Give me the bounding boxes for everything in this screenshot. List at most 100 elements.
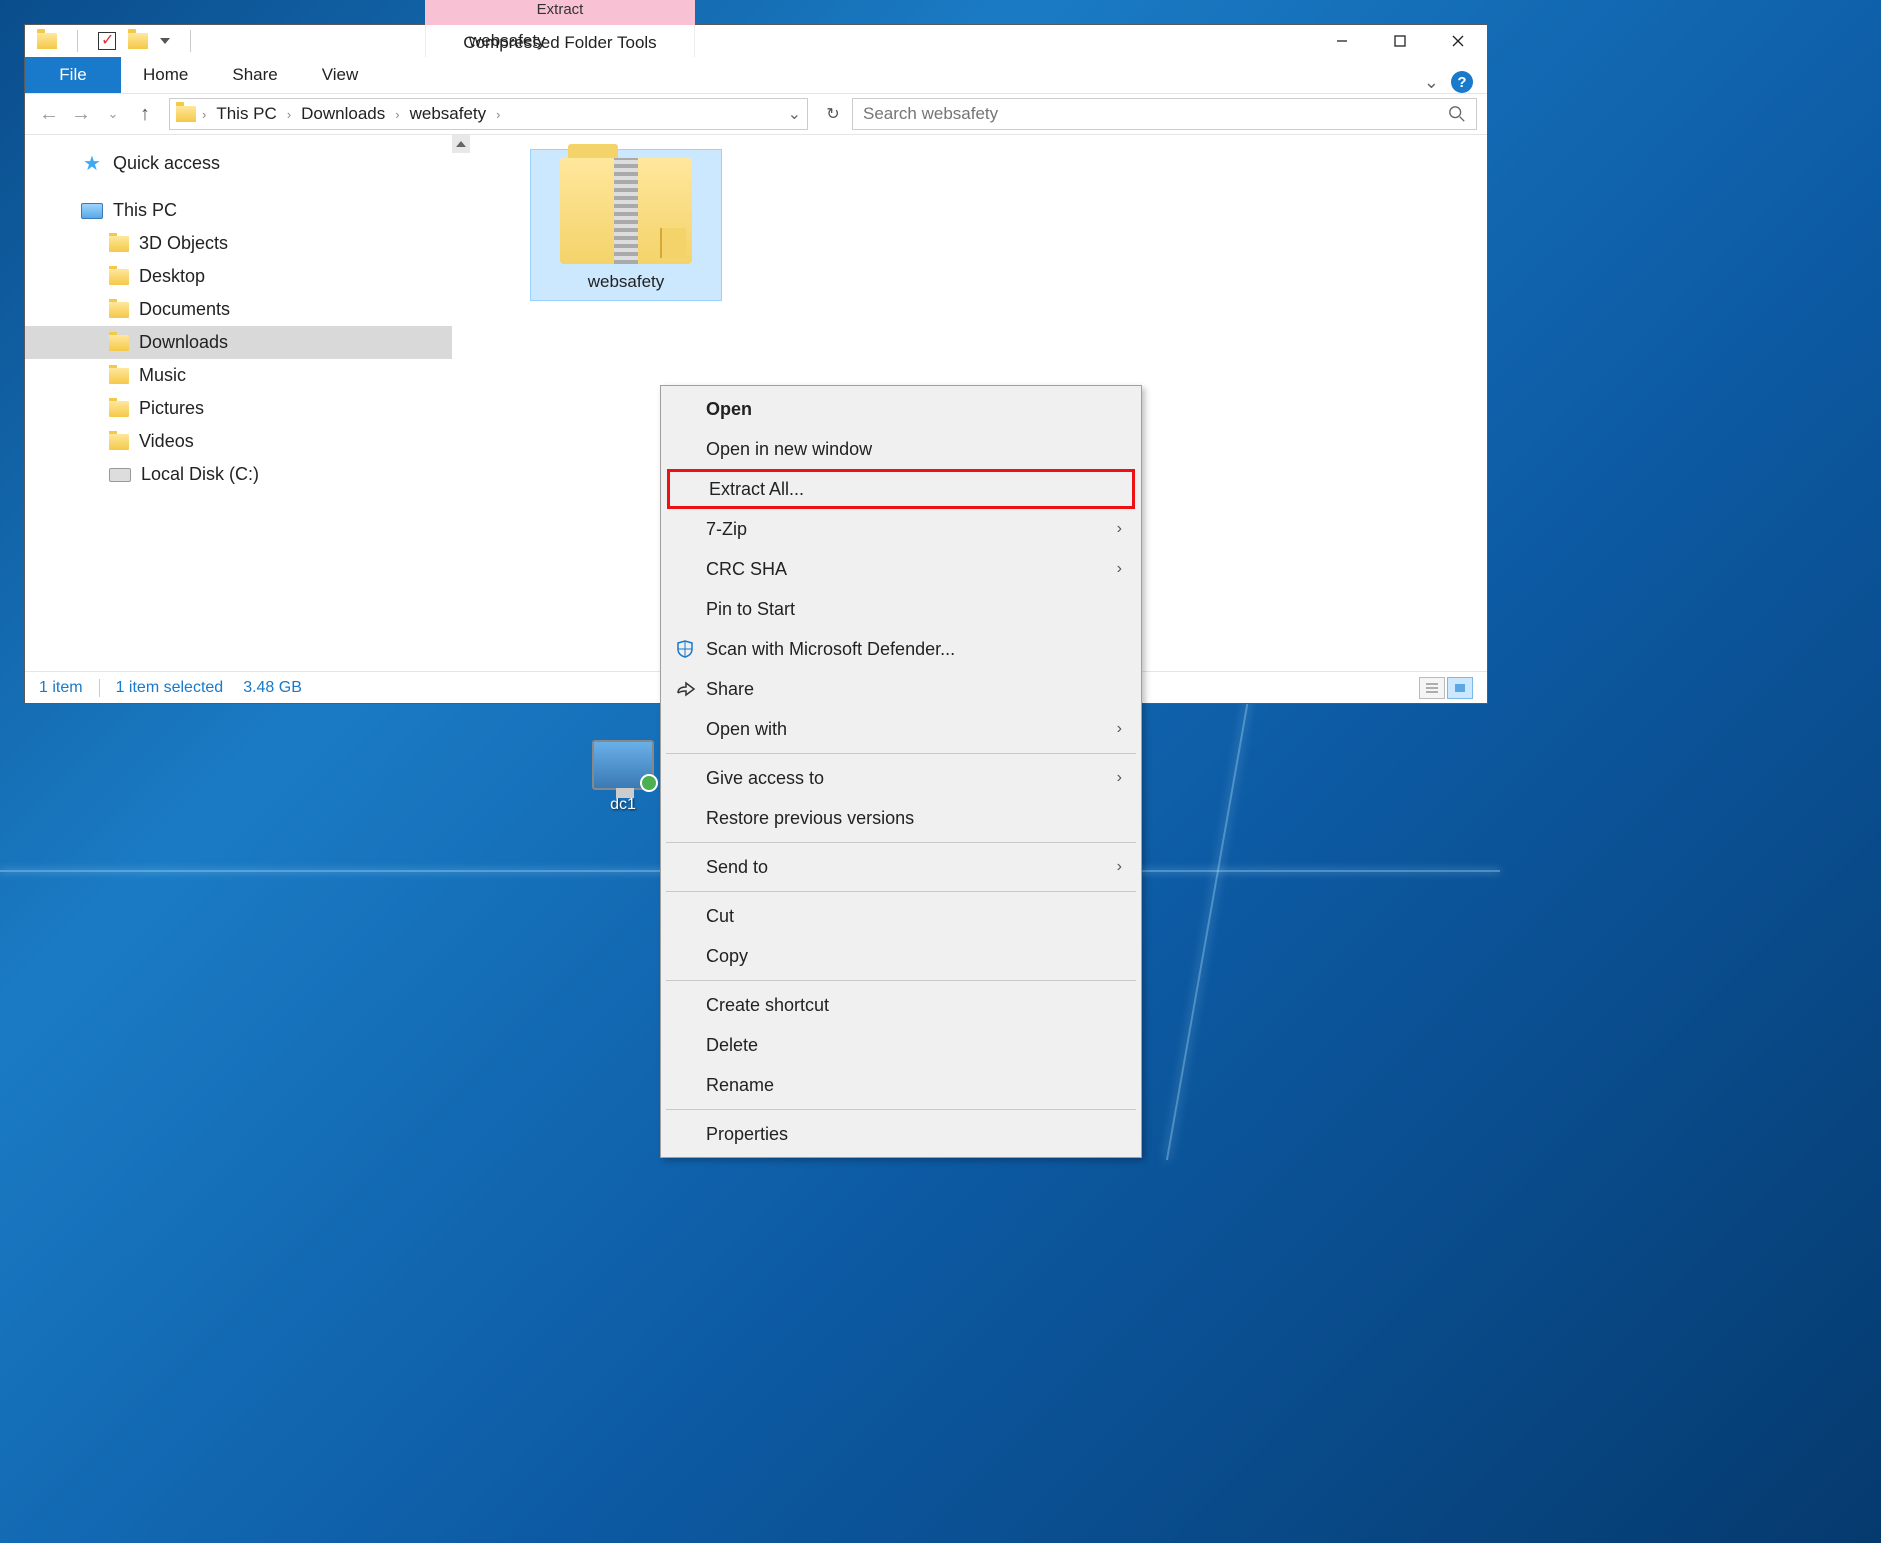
sidebar-downloads[interactable]: Downloads <box>25 326 452 359</box>
search-input[interactable] <box>863 104 1440 124</box>
file-item-websafety-zip[interactable]: websafety <box>530 149 722 301</box>
sidebar-item-label: Downloads <box>139 332 228 353</box>
context-menu: Open Open in new window Extract All... 7… <box>660 385 1142 1158</box>
address-bar[interactable]: › This PC › Downloads › websafety › ⌄ <box>169 98 808 130</box>
back-button[interactable]: ← <box>35 100 63 128</box>
tab-file[interactable]: File <box>25 57 121 93</box>
qat-properties-icon[interactable] <box>98 32 116 50</box>
menu-pin-start[interactable]: Pin to Start <box>664 589 1138 629</box>
tab-compressed-tools[interactable]: Compressed Folder Tools <box>425 25 695 61</box>
menu-cut[interactable]: Cut <box>664 896 1138 936</box>
desktop-shortcut-label: dc1 <box>610 796 636 814</box>
menu-properties[interactable]: Properties <box>664 1114 1138 1154</box>
sidebar-item-label: Documents <box>139 299 230 320</box>
refresh-button[interactable]: ↻ <box>818 99 848 129</box>
status-item-count: 1 item <box>39 679 83 697</box>
folder-icon <box>109 368 129 384</box>
view-icons-button[interactable] <box>1447 677 1473 699</box>
app-folder-icon <box>37 33 57 49</box>
sidebar-documents[interactable]: Documents <box>25 293 452 326</box>
breadcrumb-websafety[interactable]: websafety <box>406 104 491 124</box>
address-folder-icon <box>176 106 196 122</box>
menu-crc-sha[interactable]: CRC SHA› <box>664 549 1138 589</box>
sidebar-this-pc[interactable]: This PC <box>25 194 452 227</box>
folder-icon <box>109 335 129 351</box>
status-selected-count: 1 item selected <box>116 679 224 697</box>
breadcrumb-thispc[interactable]: This PC <box>212 104 280 124</box>
file-label: websafety <box>588 272 665 292</box>
ribbon-expand-icon[interactable]: ⌄ <box>1424 72 1439 93</box>
sidebar-item-label: 3D Objects <box>139 233 228 254</box>
address-dropdown-icon[interactable]: ⌄ <box>788 104 801 124</box>
folder-icon <box>109 401 129 417</box>
qat-newfolder-icon[interactable] <box>128 33 148 49</box>
menu-give-access[interactable]: Give access to› <box>664 758 1138 798</box>
tab-share[interactable]: Share <box>210 57 299 93</box>
chevron-right-icon[interactable]: › <box>202 107 206 122</box>
sidebar-item-label: Local Disk (C:) <box>141 464 259 485</box>
sidebar-item-label: Pictures <box>139 398 204 419</box>
search-icon[interactable] <box>1448 105 1466 123</box>
navigation-pane: ★Quick access This PC 3D Objects Desktop… <box>25 135 470 671</box>
tab-view[interactable]: View <box>300 57 381 93</box>
recent-dropdown[interactable]: ⌄ <box>99 100 127 128</box>
menu-share[interactable]: Share <box>664 669 1138 709</box>
chevron-right-icon[interactable]: › <box>287 107 291 122</box>
breadcrumb-downloads[interactable]: Downloads <box>297 104 389 124</box>
menu-open-new-window[interactable]: Open in new window <box>664 429 1138 469</box>
folder-icon <box>109 269 129 285</box>
desktop-shortcut-dc1[interactable]: dc1 <box>592 740 654 814</box>
up-button[interactable]: ↑ <box>131 100 159 128</box>
menu-send-to[interactable]: Send to› <box>664 847 1138 887</box>
sidebar-3d-objects[interactable]: 3D Objects <box>25 227 452 260</box>
qat-dropdown-icon[interactable] <box>160 38 170 44</box>
sidebar-music[interactable]: Music <box>25 359 452 392</box>
sidebar-quick-access[interactable]: ★Quick access <box>25 147 452 180</box>
folder-icon <box>109 302 129 318</box>
forward-button[interactable]: → <box>67 100 95 128</box>
refresh-overlay-icon <box>640 774 658 792</box>
ribbon-tabs: File Home Share View ⌄ ? <box>25 57 1487 93</box>
chevron-right-icon: › <box>1117 520 1122 538</box>
nav-scrollbar[interactable] <box>452 135 470 671</box>
menu-separator <box>666 1109 1136 1110</box>
menu-separator <box>666 980 1136 981</box>
folder-icon <box>109 434 129 450</box>
menu-defender-scan[interactable]: Scan with Microsoft Defender... <box>664 629 1138 669</box>
shield-icon <box>674 638 696 660</box>
chevron-right-icon[interactable]: › <box>496 107 500 122</box>
menu-7zip[interactable]: 7-Zip› <box>664 509 1138 549</box>
menu-open-with[interactable]: Open with› <box>664 709 1138 749</box>
pc-icon <box>81 203 103 219</box>
chevron-right-icon: › <box>1117 560 1122 578</box>
menu-extract-all[interactable]: Extract All... <box>667 469 1135 509</box>
status-selection-size: 3.48 GB <box>243 679 302 697</box>
sidebar-local-disk[interactable]: Local Disk (C:) <box>25 458 452 491</box>
sidebar-item-label: Quick access <box>113 153 220 174</box>
menu-copy[interactable]: Copy <box>664 936 1138 976</box>
sidebar-desktop[interactable]: Desktop <box>25 260 452 293</box>
menu-open[interactable]: Open <box>664 389 1138 429</box>
help-icon[interactable]: ? <box>1451 71 1473 93</box>
menu-separator <box>666 891 1136 892</box>
sidebar-item-label: This PC <box>113 200 177 221</box>
sidebar-item-label: Music <box>139 365 186 386</box>
chevron-right-icon: › <box>1117 720 1122 738</box>
sidebar-pictures[interactable]: Pictures <box>25 392 452 425</box>
sidebar-item-label: Desktop <box>139 266 205 287</box>
minimize-button[interactable] <box>1313 25 1371 57</box>
sidebar-videos[interactable]: Videos <box>25 425 452 458</box>
tab-home[interactable]: Home <box>121 57 210 93</box>
maximize-button[interactable] <box>1371 25 1429 57</box>
search-box[interactable] <box>852 98 1477 130</box>
chevron-right-icon: › <box>1117 858 1122 876</box>
disk-icon <box>109 468 131 482</box>
menu-rename[interactable]: Rename <box>664 1065 1138 1105</box>
chevron-right-icon[interactable]: › <box>395 107 399 122</box>
close-button[interactable] <box>1429 25 1487 57</box>
menu-create-shortcut[interactable]: Create shortcut <box>664 985 1138 1025</box>
view-details-button[interactable] <box>1419 677 1445 699</box>
menu-separator <box>666 842 1136 843</box>
menu-restore-versions[interactable]: Restore previous versions <box>664 798 1138 838</box>
menu-delete[interactable]: Delete <box>664 1025 1138 1065</box>
